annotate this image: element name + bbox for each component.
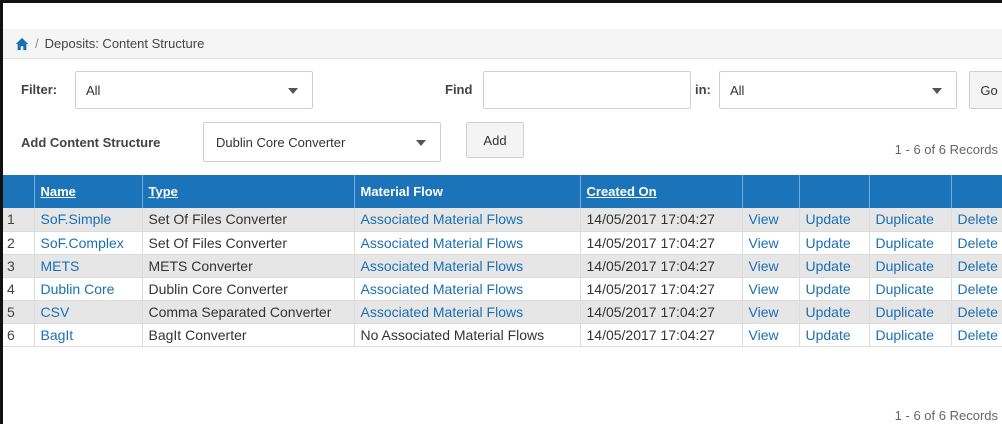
created-on-cell: 14/05/2017 17:04:27 [580, 254, 743, 278]
type-cell: Set Of Files Converter [142, 231, 355, 255]
duplicate-link[interactable]: Duplicate [869, 277, 952, 301]
table-row: 3 METS METS Converter Associated Materia… [3, 254, 1002, 278]
created-on-cell: 14/05/2017 17:04:27 [580, 300, 743, 324]
update-link[interactable]: Update [799, 208, 870, 232]
in-select-value: All [730, 82, 745, 98]
table-row: 2 SoF.Complex Set Of Files Converter Ass… [3, 231, 1002, 255]
row-number: 4 [3, 277, 35, 301]
column-header-created-on[interactable]: Created On [580, 175, 743, 208]
column-header-name[interactable]: Name [34, 175, 143, 208]
table-row: 1 SoF.Simple Set Of Files Converter Asso… [3, 208, 1002, 232]
update-link[interactable]: Update [799, 231, 870, 255]
home-icon[interactable] [15, 37, 29, 51]
delete-link[interactable]: Delete [951, 300, 1002, 324]
duplicate-link[interactable]: Duplicate [869, 323, 952, 347]
material-flow-link[interactable]: Associated Material Flows [354, 231, 581, 255]
type-cell: Comma Separated Converter [142, 300, 355, 324]
view-link[interactable]: View [742, 323, 800, 347]
page-frame: / Deposits: Content Structure Filter: Al… [0, 0, 1002, 424]
filter-select[interactable]: All [75, 71, 313, 109]
name-link[interactable]: METS [34, 254, 143, 278]
name-link[interactable]: BagIt [34, 323, 143, 347]
duplicate-link[interactable]: Duplicate [869, 300, 952, 324]
type-cell: Set Of Files Converter [142, 208, 355, 232]
name-link[interactable]: Dublin Core [34, 277, 143, 301]
row-number: 2 [3, 231, 35, 255]
filter-select-value: All [86, 82, 101, 98]
name-link[interactable]: SoF.Simple [34, 208, 143, 232]
in-label: in: [695, 82, 711, 97]
chevron-down-icon [416, 140, 426, 146]
chevron-down-icon [288, 88, 298, 94]
find-input[interactable] [483, 71, 691, 109]
converter-select[interactable]: Dublin Core Converter [203, 122, 441, 162]
material-flow-link[interactable]: Associated Material Flows [354, 300, 581, 324]
duplicate-link[interactable]: Duplicate [869, 254, 952, 278]
view-link[interactable]: View [742, 300, 800, 324]
content-structure-table: Name Type Material Flow Created On 1 SoF… [3, 175, 1002, 347]
name-link[interactable]: CSV [34, 300, 143, 324]
view-link[interactable]: View [742, 254, 800, 278]
breadcrumb: / Deposits: Content Structure [3, 29, 1002, 59]
created-on-cell: 14/05/2017 17:04:27 [580, 323, 743, 347]
view-link[interactable]: View [742, 277, 800, 301]
table-row: 6 BagIt BagIt Converter No Associated Ma… [3, 323, 1002, 347]
records-count-bottom: 1 - 6 of 6 Records [894, 408, 998, 423]
filter-label: Filter: [21, 82, 58, 97]
row-number: 6 [3, 323, 35, 347]
row-number: 5 [3, 300, 35, 324]
row-number: 3 [3, 254, 35, 278]
find-label: Find [445, 82, 473, 97]
delete-link[interactable]: Delete [951, 231, 1002, 255]
type-cell: METS Converter [142, 254, 355, 278]
type-cell: BagIt Converter [142, 323, 355, 347]
view-link[interactable]: View [742, 231, 800, 255]
update-link[interactable]: Update [799, 300, 870, 324]
material-flow-link[interactable]: Associated Material Flows [354, 208, 581, 232]
delete-link[interactable]: Delete [951, 323, 1002, 347]
delete-link[interactable]: Delete [951, 277, 1002, 301]
table-row: 4 Dublin Core Dublin Core Converter Asso… [3, 277, 1002, 301]
column-header-material-flow: Material Flow [354, 175, 581, 208]
add-button[interactable]: Add [466, 122, 524, 158]
column-header-type[interactable]: Type [142, 175, 355, 208]
view-link[interactable]: View [742, 208, 800, 232]
records-count-top: 1 - 6 of 6 Records [894, 142, 998, 157]
update-link[interactable]: Update [799, 277, 870, 301]
row-number: 1 [3, 208, 35, 232]
converter-select-value: Dublin Core Converter [216, 134, 346, 150]
update-link[interactable]: Update [799, 254, 870, 278]
add-content-structure-label: Add Content Structure [21, 135, 161, 150]
type-cell: Dublin Core Converter [142, 277, 355, 301]
material-flow-link[interactable]: Associated Material Flows [354, 254, 581, 278]
filter-row: Filter: All Find in: All Go [13, 71, 1002, 111]
table-header-row: Name Type Material Flow Created On [3, 175, 1002, 208]
created-on-cell: 14/05/2017 17:04:27 [580, 208, 743, 232]
table-row: 5 CSV Comma Separated Converter Associat… [3, 300, 1002, 324]
go-button[interactable]: Go [969, 71, 1002, 109]
column-header-delete [951, 175, 1002, 208]
duplicate-link[interactable]: Duplicate [869, 208, 952, 232]
delete-link[interactable]: Delete [951, 254, 1002, 278]
chevron-down-icon [932, 88, 942, 94]
column-header-duplicate [869, 175, 952, 208]
material-flow-link[interactable]: Associated Material Flows [354, 277, 581, 301]
created-on-cell: 14/05/2017 17:04:27 [580, 231, 743, 255]
delete-link[interactable]: Delete [951, 208, 1002, 232]
column-header-view [742, 175, 800, 208]
breadcrumb-separator: / [35, 36, 39, 51]
in-select[interactable]: All [719, 71, 957, 109]
column-header-update [799, 175, 870, 208]
created-on-cell: 14/05/2017 17:04:27 [580, 277, 743, 301]
column-header-number [3, 175, 35, 208]
duplicate-link[interactable]: Duplicate [869, 231, 952, 255]
material-flow-cell: No Associated Material Flows [354, 323, 581, 347]
breadcrumb-current: Deposits: Content Structure [44, 36, 205, 51]
update-link[interactable]: Update [799, 323, 870, 347]
name-link[interactable]: SoF.Complex [34, 231, 143, 255]
